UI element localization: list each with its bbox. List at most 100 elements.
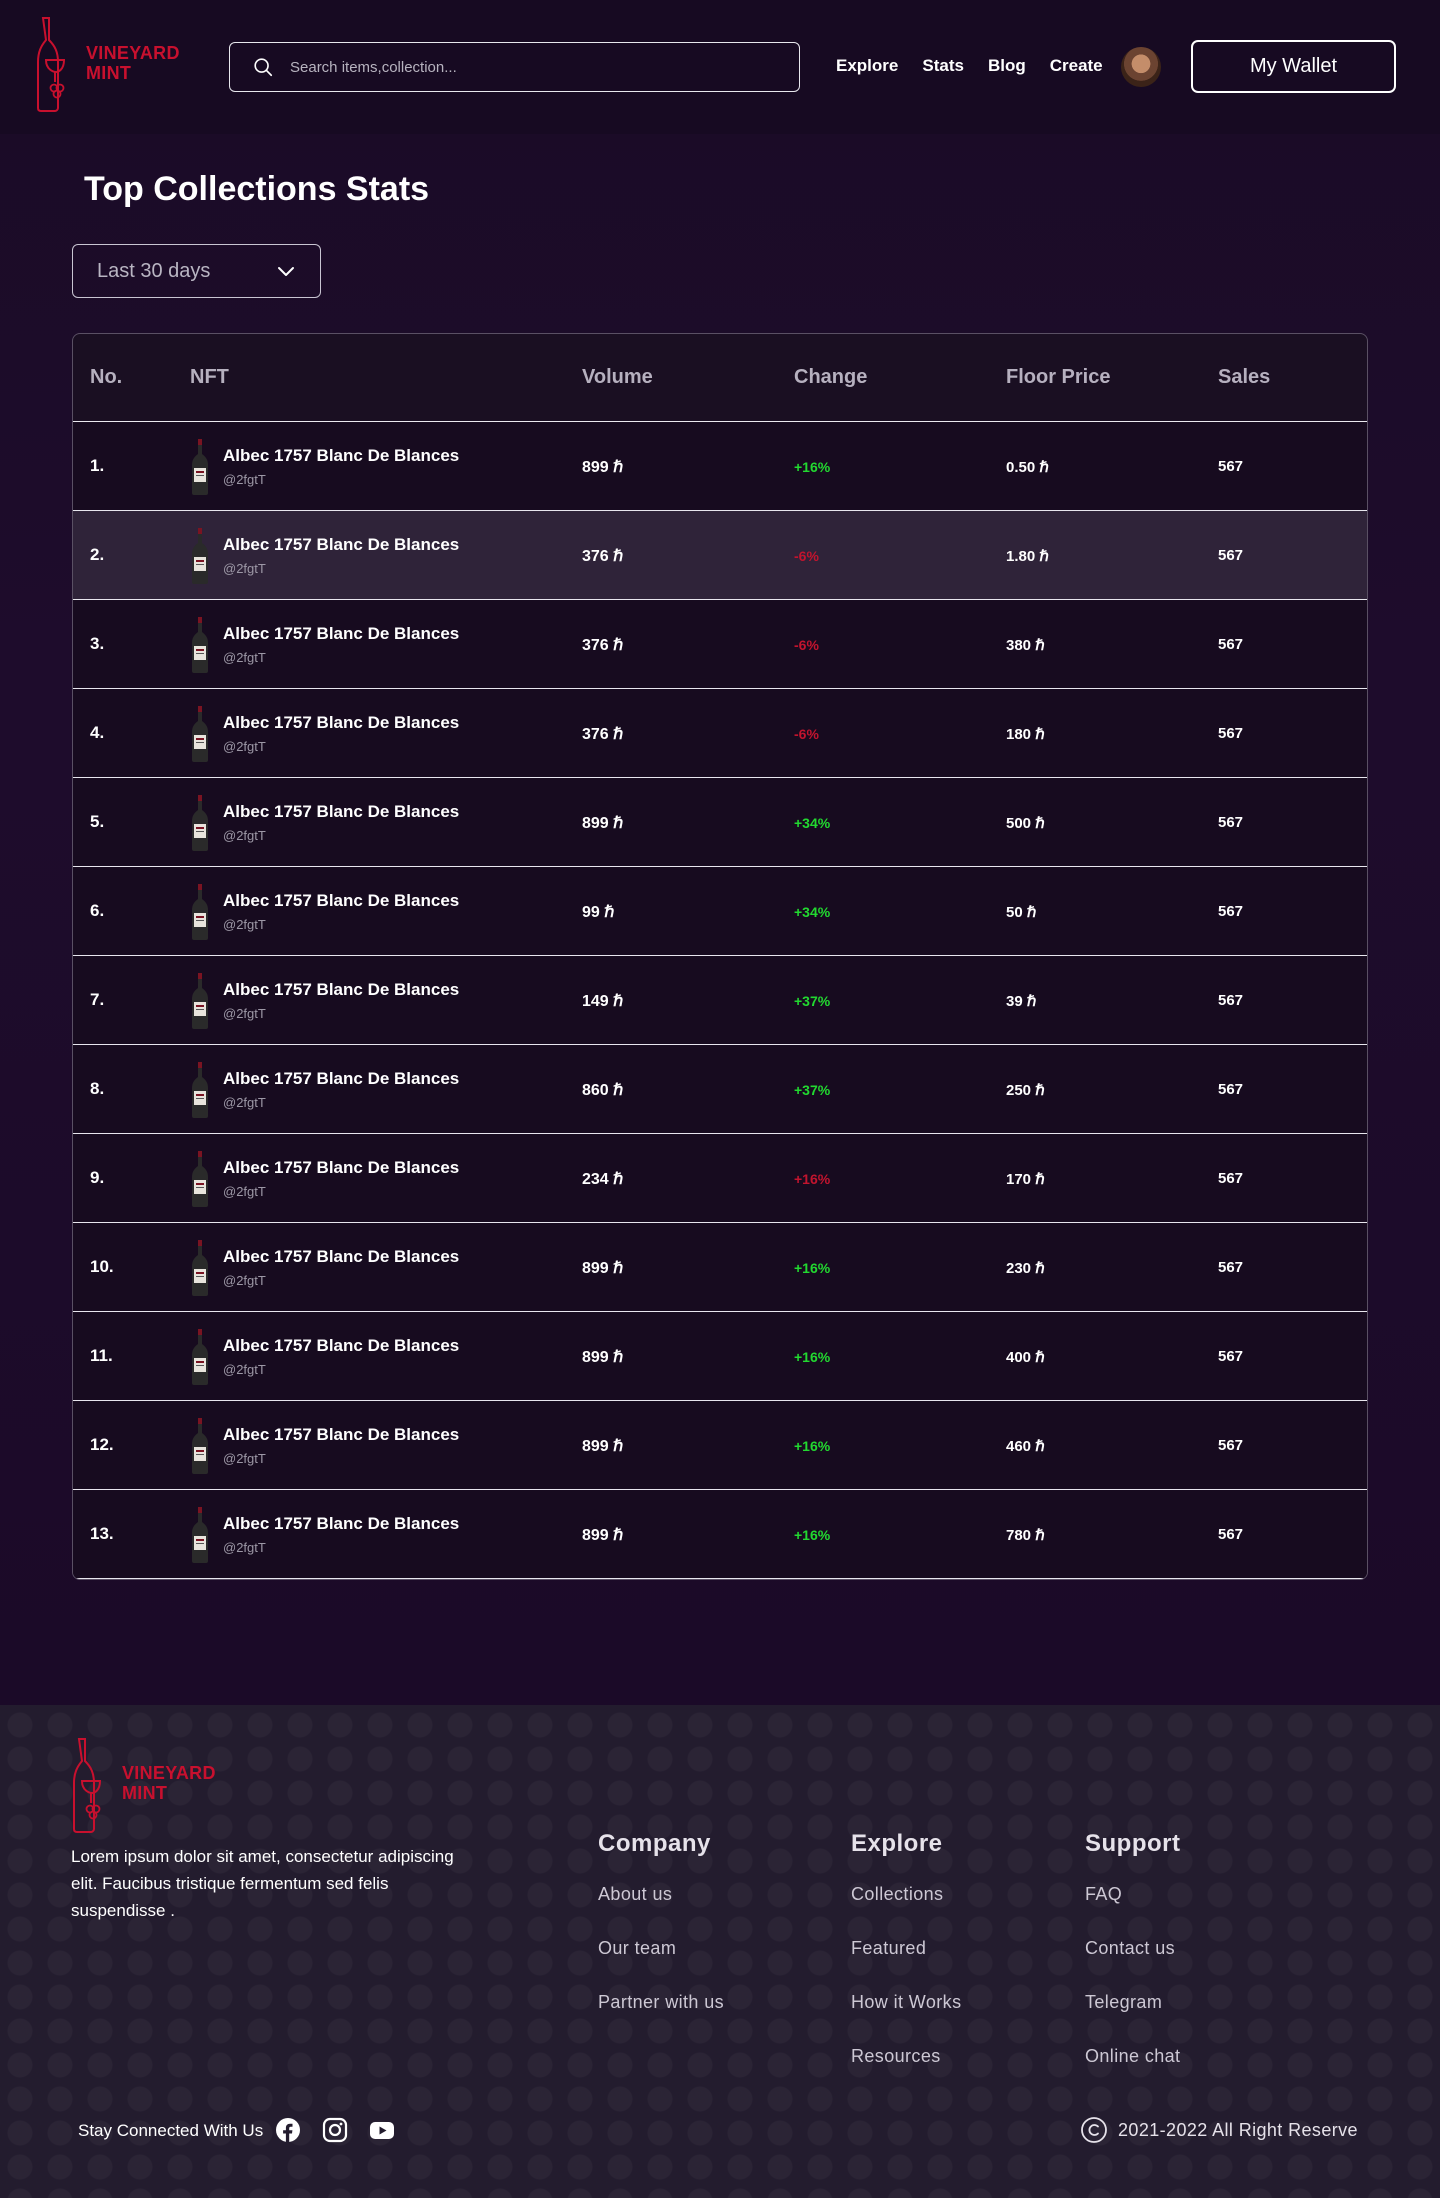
nft-name[interactable]: Albec 1757 Blanc De Blances [223,1514,459,1534]
table-row[interactable]: 1. Albec 1757 Blanc De Blances @2fgtT 899 ℏ… [73,422,1367,511]
table-row[interactable]: 5. Albec 1757 Blanc De Blances @2fgtT 899 ℏ… [73,778,1367,867]
nft-name[interactable]: Albec 1757 Blanc De Blances [223,1336,459,1356]
sales-value: 567 [1218,1348,1244,1365]
nft-name[interactable]: Albec 1757 Blanc De Blances [223,1069,459,1089]
volume-value: 376 ℏ [582,726,624,743]
nft-name[interactable]: Albec 1757 Blanc De Blances [223,891,459,911]
page-title: Top Collections Stats [84,170,430,208]
nft-handle[interactable]: @2fgtT [223,739,266,754]
nft-handle[interactable]: @2fgtT [223,1273,266,1288]
nft-handle[interactable]: @2fgtT [223,1451,266,1466]
facebook-icon[interactable] [275,2117,301,2143]
column-header-no[interactable]: No. [90,366,122,389]
nft-handle[interactable]: @2fgtT [223,1184,266,1199]
change-value: +16% [794,1349,831,1365]
footer-link-telegram[interactable]: Telegram [1085,1992,1180,2013]
volume-value: 376 ℏ [582,548,624,565]
column-header-sales[interactable]: Sales [1218,366,1270,389]
my-wallet-button[interactable]: My Wallet [1191,40,1396,93]
nft-name[interactable]: Albec 1757 Blanc De Blances [223,980,459,1000]
table-row[interactable]: 9. Albec 1757 Blanc De Blances @2fgtT 234 ℏ… [73,1134,1367,1223]
period-dropdown[interactable]: Last 30 days [72,244,321,298]
footer-brand-name-line1: VINEYARD [122,1763,216,1783]
table-row[interactable]: 10. Albec 1757 Blanc De Blances @2fgtT 899 … [73,1223,1367,1312]
main-nav: Explore Stats Blog Create [836,56,1127,76]
sales-value: 567 [1218,1081,1244,1098]
change-value: +37% [794,993,831,1009]
wine-bottle-thumbnail [192,1240,208,1296]
column-header-change[interactable]: Change [794,366,867,389]
wine-bottle-thumbnail [192,795,208,851]
nft-handle[interactable]: @2fgtT [223,561,266,576]
nft-name[interactable]: Albec 1757 Blanc De Blances [223,1158,459,1178]
nav-blog[interactable]: Blog [988,56,1026,76]
nft-name[interactable]: Albec 1757 Blanc De Blances [223,446,459,466]
table-row[interactable]: 6. Albec 1757 Blanc De Blances @2fgtT 99 ℏ +… [73,867,1367,956]
nft-name[interactable]: Albec 1757 Blanc De Blances [223,624,459,644]
nft-handle[interactable]: @2fgtT [223,828,266,843]
search-bar[interactable] [229,42,800,92]
volume-value: 899 ℏ [582,459,624,476]
nft-name[interactable]: Albec 1757 Blanc De Blances [223,535,459,555]
floor-price-value: 460 ℏ [1006,1438,1045,1455]
table-row[interactable]: 4. Albec 1757 Blanc De Blances @2fgtT 376 ℏ… [73,689,1367,778]
volume-value: 899 ℏ [582,1349,624,1366]
nav-stats[interactable]: Stats [922,56,964,76]
sales-value: 567 [1218,547,1244,564]
footer-link-faq[interactable]: FAQ [1085,1884,1180,1905]
nft-name[interactable]: Albec 1757 Blanc De Blances [223,713,459,733]
footer-brand-logo[interactable]: VINEYARD MINT [70,1735,220,1835]
nft-name[interactable]: Albec 1757 Blanc De Blances [223,1247,459,1267]
nav-create[interactable]: Create [1050,56,1103,76]
table-row[interactable]: 13. Albec 1757 Blanc De Blances @2fgtT 899 … [73,1490,1367,1579]
table-row[interactable]: 11. Albec 1757 Blanc De Blances @2fgtT 899 … [73,1312,1367,1401]
copyright-icon [1081,2117,1107,2143]
nft-handle[interactable]: @2fgtT [223,917,266,932]
change-value: +16% [794,1171,831,1187]
footer-link-resources[interactable]: Resources [851,2046,961,2067]
column-header-nft[interactable]: NFT [190,366,229,389]
footer-link-contact-us[interactable]: Contact us [1085,1938,1180,1959]
footer-link-featured[interactable]: Featured [851,1938,961,1959]
search-input[interactable] [290,58,770,76]
nft-handle[interactable]: @2fgtT [223,650,266,665]
nav-explore[interactable]: Explore [836,56,898,76]
brand-logo[interactable]: VINEYARD MINT [34,16,184,112]
nft-handle[interactable]: @2fgtT [223,472,266,487]
sales-value: 567 [1218,458,1244,475]
volume-value: 234 ℏ [582,1171,624,1188]
footer-link-our-team[interactable]: Our team [598,1938,724,1959]
table-row[interactable]: 3. Albec 1757 Blanc De Blances @2fgtT 376 ℏ… [73,600,1367,689]
footer-link-online-chat[interactable]: Online chat [1085,2046,1180,2067]
nft-handle[interactable]: @2fgtT [223,1362,266,1377]
nft-handle[interactable]: @2fgtT [223,1540,266,1555]
footer-link-partner[interactable]: Partner with us [598,1992,724,2013]
youtube-icon[interactable] [369,2117,395,2143]
sales-value: 567 [1218,636,1244,653]
table-row[interactable]: 2. Albec 1757 Blanc De Blances @2fgtT 376 ℏ… [73,511,1367,600]
table-row[interactable]: 12. Albec 1757 Blanc De Blances @2fgtT 899 … [73,1401,1367,1490]
footer-link-about-us[interactable]: About us [598,1884,724,1905]
brand-name: VINEYARD MINT [86,43,180,83]
nft-handle[interactable]: @2fgtT [223,1095,266,1110]
collections-table: No. NFT Volume Change Floor Price Sales … [72,333,1368,1580]
column-header-floor-price[interactable]: Floor Price [1006,366,1110,389]
column-header-volume[interactable]: Volume [582,366,653,389]
sales-value: 567 [1218,992,1244,1009]
row-number: 4. [90,723,105,742]
change-value: -6% [794,637,819,653]
floor-price-value: 380 ℏ [1006,637,1045,654]
wine-bottle-thumbnail [192,884,208,940]
table-row[interactable]: 8. Albec 1757 Blanc De Blances @2fgtT 860 ℏ… [73,1045,1367,1134]
table-row[interactable]: 7. Albec 1757 Blanc De Blances @2fgtT 149 ℏ… [73,956,1367,1045]
nft-name[interactable]: Albec 1757 Blanc De Blances [223,1425,459,1445]
footer-link-how-it-works[interactable]: How it Works [851,1992,961,2013]
footer-link-collections[interactable]: Collections [851,1884,961,1905]
wine-bottle-thumbnail [192,1151,208,1207]
sales-value: 567 [1218,1259,1244,1276]
nft-name[interactable]: Albec 1757 Blanc De Blances [223,802,459,822]
volume-value: 899 ℏ [582,815,624,832]
instagram-icon[interactable] [322,2117,348,2143]
nft-handle[interactable]: @2fgtT [223,1006,266,1021]
user-avatar[interactable] [1121,47,1161,87]
